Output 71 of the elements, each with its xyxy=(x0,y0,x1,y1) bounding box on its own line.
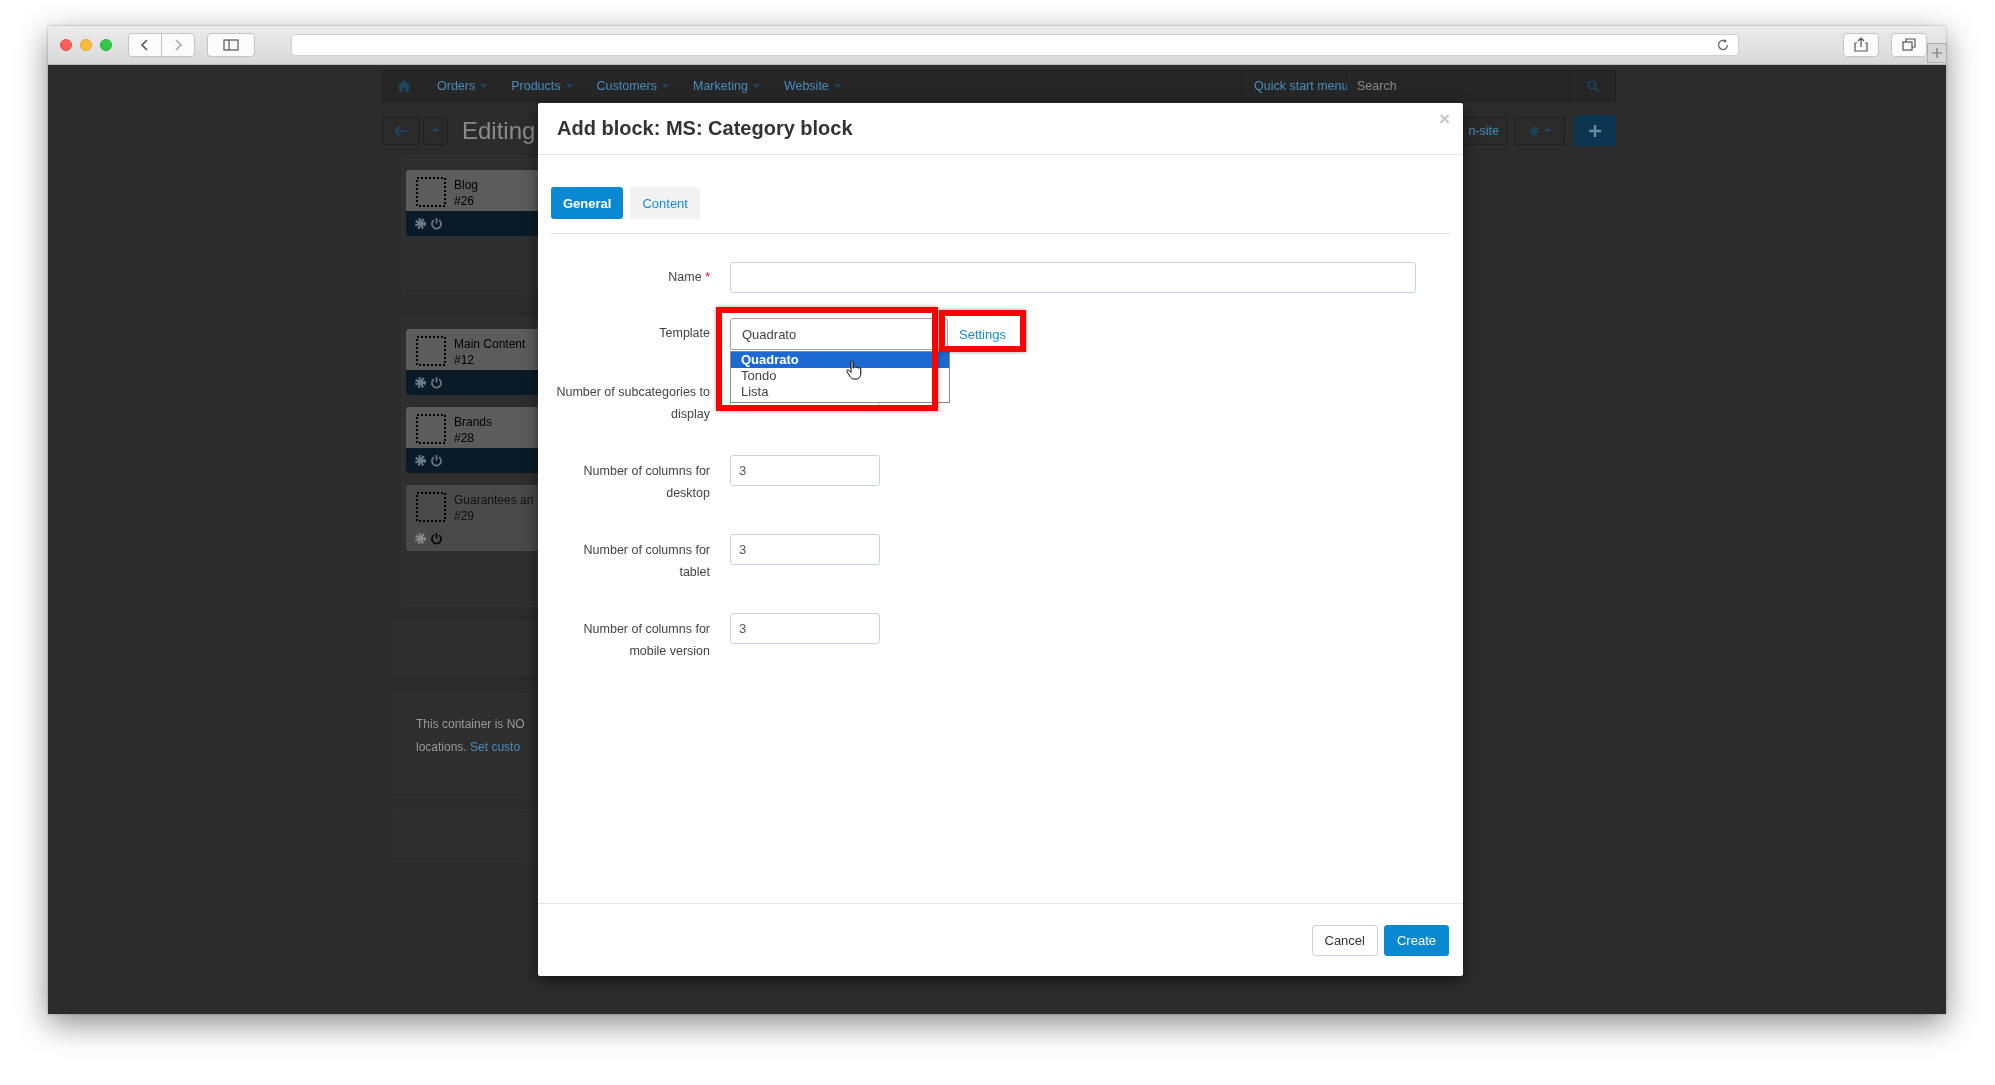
set-custom-link[interactable]: Set custo xyxy=(470,740,521,754)
caret-icon xyxy=(1544,128,1551,133)
create-button[interactable]: Create xyxy=(1383,925,1449,956)
notice-text: This container is NO locations. Set custo xyxy=(415,716,526,756)
number-field[interactable]: 3 xyxy=(730,613,880,644)
field-label: Number of columns for tablet xyxy=(582,542,710,581)
dropdown-option[interactable]: Tondo xyxy=(731,368,949,384)
power-icon[interactable] xyxy=(430,532,443,545)
new-tab-button[interactable] xyxy=(1927,43,1947,63)
settings-link[interactable]: Settings xyxy=(954,324,1011,344)
search-icon xyxy=(1586,80,1599,92)
plus-icon xyxy=(1589,124,1601,137)
text-field[interactable] xyxy=(730,262,1416,293)
field-label: Name * xyxy=(667,269,710,286)
left-arrow-icon xyxy=(395,125,407,136)
caret-icon xyxy=(480,84,488,88)
caret-icon xyxy=(752,84,760,88)
gear-icon xyxy=(1528,124,1540,137)
tab[interactable]: General xyxy=(551,187,624,219)
gear-icon[interactable] xyxy=(414,217,427,230)
plus-icon xyxy=(1932,48,1942,58)
power-icon[interactable] xyxy=(430,454,443,467)
block-name: Brands xyxy=(454,414,493,430)
nav-menu-item[interactable]: Website xyxy=(771,79,853,93)
home-icon[interactable] xyxy=(397,80,411,92)
number-field[interactable]: 3 xyxy=(730,455,880,486)
dotted-square-icon xyxy=(416,414,446,444)
add-button[interactable] xyxy=(1574,115,1616,146)
nav-menu-item[interactable]: Products xyxy=(499,79,585,93)
caret-icon xyxy=(432,128,439,133)
gear-icon[interactable] xyxy=(414,376,427,389)
block-name: Guarantees an xyxy=(454,492,534,508)
dialog-title: Add block: MS: Category block xyxy=(557,117,853,140)
gear-icon[interactable] xyxy=(414,532,427,545)
block-id: #28 xyxy=(454,430,476,446)
window-zoom-button[interactable] xyxy=(100,39,112,51)
settings-button[interactable] xyxy=(1514,116,1565,145)
window-minimize-button[interactable] xyxy=(80,39,92,51)
caret-icon xyxy=(662,84,669,88)
gear-icon[interactable] xyxy=(414,454,427,467)
field-label: Number of columns for mobile version xyxy=(582,621,710,660)
caret-icon xyxy=(565,84,573,88)
dotted-square-icon xyxy=(416,492,446,522)
dropdown-option[interactable]: Quadrato xyxy=(731,352,949,368)
dropdown-option[interactable]: Lista xyxy=(731,384,949,400)
window-close-button[interactable] xyxy=(60,39,72,51)
reload-icon[interactable] xyxy=(1716,38,1730,52)
field-label: Number of columns for desktop xyxy=(582,463,710,502)
nav-menu-item[interactable]: Marketing xyxy=(681,79,772,93)
page-title: Editing xyxy=(462,116,536,145)
power-icon[interactable] xyxy=(430,217,443,230)
back-button[interactable] xyxy=(382,116,420,145)
dotted-square-icon xyxy=(416,177,446,207)
nav-menu-item[interactable]: Orders xyxy=(425,79,500,93)
block-name: Main Content xyxy=(454,336,526,352)
block-id: #12 xyxy=(454,352,476,368)
dotted-square-icon xyxy=(416,336,446,366)
hand-cursor-icon xyxy=(846,360,862,380)
block-name: Blog xyxy=(454,177,479,193)
template-select[interactable]: Quadrato xyxy=(730,318,948,350)
block-id: #29 xyxy=(454,508,476,524)
field-label: Template xyxy=(658,325,710,342)
power-icon[interactable] xyxy=(430,376,443,389)
block-id: #26 xyxy=(454,193,476,209)
required-mark: * xyxy=(705,270,710,284)
cancel-button[interactable]: Cancel xyxy=(1311,925,1378,956)
nav-menu-item[interactable]: Customers xyxy=(584,79,681,93)
caret-icon xyxy=(833,84,841,88)
tab[interactable]: Content xyxy=(630,187,700,219)
field-label: Number of subcategories to display xyxy=(555,384,710,423)
number-field[interactable]: 3 xyxy=(730,534,880,565)
